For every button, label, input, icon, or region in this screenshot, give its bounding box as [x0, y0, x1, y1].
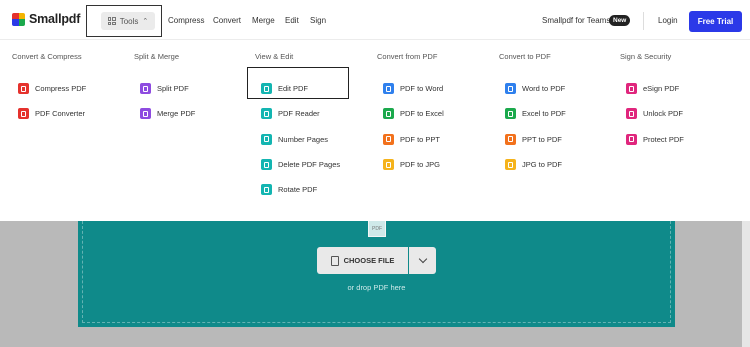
file-icon — [330, 255, 339, 266]
menu-column: Convert from PDF PDF to Word PDF to Excel P… — [377, 52, 497, 177]
menu-item-label: PDF to JPG — [400, 160, 441, 170]
menu-column-title: Sign & Security — [620, 52, 672, 61]
menu-column: Convert & Compress Compress PDF PDF Conver… — [12, 52, 132, 127]
number-pages-icon — [261, 133, 272, 145]
excel-icon — [505, 108, 516, 120]
scissors-icon — [140, 83, 151, 95]
logo-icon — [12, 12, 25, 26]
menu-item-pdf-to-ppt[interactable]: PDF to PPT — [383, 127, 497, 152]
menu-item-label: PDF to Excel — [400, 109, 444, 119]
menu-item-pdf-reader[interactable]: PDF Reader — [261, 101, 375, 126]
choose-file-group: CHOOSE FILE — [317, 247, 436, 274]
menu-item-number-pages[interactable]: Number Pages — [261, 127, 375, 152]
teams-link[interactable]: Smallpdf for Teams — [542, 16, 610, 25]
menu-item-label: Compress PDF — [35, 84, 87, 94]
menu-item-unlock-pdf[interactable]: Unlock PDF — [626, 101, 740, 126]
menu-item-label: Protect PDF — [643, 134, 684, 144]
ppt-icon — [383, 133, 394, 145]
word-icon — [505, 83, 516, 95]
menu-item-label: PDF Converter — [35, 109, 86, 119]
tools-label: Tools — [119, 16, 139, 26]
menu-column-title: Convert from PDF — [377, 52, 438, 61]
menu-item-label: PPT to PDF — [522, 134, 562, 144]
tools-dropdown-menu: Convert & Compress Compress PDF PDF Conver… — [0, 40, 750, 221]
nav-sign[interactable]: Sign — [310, 16, 326, 25]
nav-compress[interactable]: Compress — [168, 16, 204, 25]
ppt-icon — [505, 133, 516, 145]
excel-icon — [383, 108, 394, 120]
logo-text: Smallpdf — [29, 12, 81, 26]
menu-item-label: Rotate PDF — [278, 185, 318, 195]
menu-item-word-to-pdf[interactable]: Word to PDF — [505, 76, 619, 101]
menu-column-title: View & Edit — [255, 52, 294, 61]
menu-column: Sign & Security eSign PDF Unlock PDF Protec… — [620, 52, 740, 152]
menu-column-title: Convert to PDF — [499, 52, 551, 61]
menu-item-ppt-to-pdf[interactable]: PPT to PDF — [505, 127, 619, 152]
scrollbar-track[interactable] — [742, 221, 750, 347]
reader-icon — [261, 108, 272, 120]
shield-icon — [626, 133, 637, 145]
menu-item-compress-pdf[interactable]: Compress PDF — [18, 76, 132, 101]
upload-dropzone[interactable]: PDF CHOOSE FILE or drop PDF here — [78, 221, 675, 327]
smallpdf-logo[interactable]: Smallpdf — [12, 12, 80, 26]
pdf-file-icon: PDF — [368, 221, 386, 237]
converter-icon — [18, 108, 29, 120]
upload-source-dropdown[interactable] — [409, 247, 436, 274]
menu-item-label: JPG to PDF — [522, 160, 563, 170]
top-nav: Smallpdf Tools ⌃ Compress Convert Merge … — [0, 0, 750, 40]
free-trial-button[interactable]: Free Trial — [689, 11, 742, 32]
menu-item-pdf-to-excel[interactable]: PDF to Excel — [383, 101, 497, 126]
menu-item-jpg-to-pdf[interactable]: JPG to PDF — [505, 152, 619, 177]
tools-menu-button[interactable]: Tools ⌃ — [101, 12, 155, 30]
merge-icon — [140, 108, 151, 120]
menu-column-title: Split & Merge — [134, 52, 180, 61]
menu-item-label: Delete PDF Pages — [278, 160, 341, 170]
new-badge: New — [609, 15, 631, 26]
menu-item-label: Split PDF — [157, 84, 189, 94]
choose-file-label: CHOOSE FILE — [343, 256, 395, 265]
menu-item-excel-to-pdf[interactable]: Excel to PDF — [505, 101, 619, 126]
compress-icon — [18, 83, 29, 95]
menu-item-label: Merge PDF — [157, 109, 196, 119]
menu-column-title: Convert & Compress — [12, 52, 82, 61]
nav-merge[interactable]: Merge — [252, 16, 275, 25]
chevron-down-icon — [418, 254, 427, 264]
login-link[interactable]: Login — [658, 16, 678, 25]
unlock-icon — [626, 108, 637, 120]
trash-icon — [261, 159, 272, 171]
menu-item-protect-pdf[interactable]: Protect PDF — [626, 127, 740, 152]
menu-item-label: Unlock PDF — [643, 109, 684, 119]
menu-column: Convert to PDF Word to PDF Excel to PDF PPT… — [499, 52, 619, 177]
chevron-up-icon: ⌃ — [142, 17, 149, 25]
drop-hint: or drop PDF here — [347, 283, 406, 292]
menu-item-pdf-to-word[interactable]: PDF to Word — [383, 76, 497, 101]
menu-item-label: PDF Reader — [278, 109, 320, 119]
nav-edit[interactable]: Edit — [285, 16, 299, 25]
menu-item-label: PDF to Word — [400, 84, 444, 94]
rotate-icon — [261, 184, 272, 196]
nav-divider — [643, 12, 644, 30]
menu-item-label: eSign PDF — [643, 84, 680, 94]
grid-icon — [107, 17, 116, 25]
menu-item-merge-pdf[interactable]: Merge PDF — [140, 101, 254, 126]
menu-item-delete-pdf-pages[interactable]: Delete PDF Pages — [261, 152, 375, 177]
esign-icon — [626, 83, 637, 95]
menu-item-esign-pdf[interactable]: eSign PDF — [626, 76, 740, 101]
choose-file-button[interactable]: CHOOSE FILE — [317, 247, 408, 274]
menu-item-pdf-converter[interactable]: PDF Converter — [18, 101, 132, 126]
edit-pdf-highlight-frame — [247, 67, 349, 99]
menu-item-label: Number Pages — [278, 134, 329, 144]
menu-item-label: Excel to PDF — [522, 109, 566, 119]
jpg-icon — [505, 159, 516, 171]
menu-item-split-pdf[interactable]: Split PDF — [140, 76, 254, 101]
menu-item-label: PDF to PPT — [400, 134, 441, 144]
jpg-icon — [383, 159, 394, 171]
nav-convert[interactable]: Convert — [213, 16, 241, 25]
menu-item-rotate-pdf[interactable]: Rotate PDF — [261, 177, 375, 202]
word-icon — [383, 83, 394, 95]
menu-item-pdf-to-jpg[interactable]: PDF to JPG — [383, 152, 497, 177]
menu-item-label: Word to PDF — [522, 84, 566, 94]
menu-column: Split & Merge Split PDF Merge PDF — [134, 52, 254, 127]
